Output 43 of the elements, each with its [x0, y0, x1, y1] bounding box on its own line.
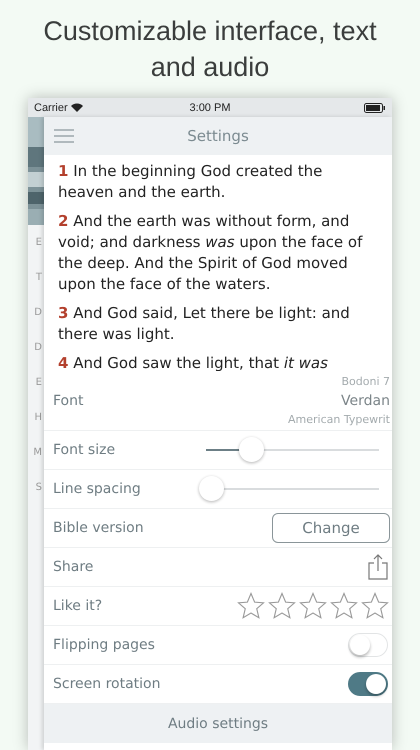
setting-label: Line spacing: [53, 481, 142, 497]
menu-item[interactable]: E: [36, 377, 44, 388]
menu-item[interactable]: H: [34, 412, 44, 423]
slider-thumb[interactable]: [238, 437, 264, 462]
slider-thumb[interactable]: [199, 476, 224, 501]
battery-icon: [364, 102, 386, 112]
star-icon[interactable]: [329, 591, 359, 621]
setting-label: Screen rotation: [53, 676, 162, 692]
picker-option[interactable]: American Typewrit: [288, 412, 390, 428]
verse-text: 4 And God saw the light, that it was: [58, 353, 329, 371]
menu-item[interactable]: E: [36, 237, 44, 248]
star-icon[interactable]: [298, 591, 328, 621]
menu-item[interactable]: D: [34, 342, 44, 353]
menu-item[interactable]: D: [34, 307, 44, 318]
setting-label: Font size: [53, 442, 116, 458]
toggle-switch[interactable]: [348, 672, 388, 696]
menu-icon[interactable]: [54, 129, 74, 143]
verse-text: 1 In the beginning God created the heaven and the earth.: [58, 161, 324, 203]
menu-item[interactable]: M: [33, 447, 44, 458]
nav-title: Settings: [186, 127, 250, 145]
carrier-label: Carrier: [34, 102, 68, 114]
verse-text: 3 And God said, Let there be light: and there was light.: [58, 303, 351, 345]
change-button[interactable]: Change: [272, 513, 390, 543]
verse-text: 2 And the earth was without form, and void; and darkness was upon the face of the deep. And the Spirit of God moved upon the face of the waters.: [58, 211, 364, 295]
setting-label: Bible version: [53, 520, 145, 536]
setting-label: Flipping pages: [53, 637, 156, 653]
star-rating[interactable]: [236, 591, 390, 621]
share-icon[interactable]: [368, 554, 388, 580]
setting-label: Font: [53, 392, 84, 408]
headline: Customizable interface, text and audio: [42, 15, 378, 84]
wifi-icon: [70, 103, 83, 112]
section-header: Audio settings: [44, 704, 392, 743]
star-icon[interactable]: [360, 591, 390, 621]
setting-label: Like it?: [53, 598, 104, 614]
font-picker[interactable]: Bodoni 7 Verdan American Typewrit: [193, 374, 392, 428]
menu-item[interactable]: T: [36, 272, 44, 283]
menu-item[interactable]: S: [36, 482, 44, 493]
picker-option[interactable]: Bodoni 7: [341, 374, 390, 390]
time-label: 3:00 PM: [190, 102, 230, 114]
picker-option[interactable]: Verdan: [341, 390, 390, 412]
setting-label: Share: [53, 559, 94, 575]
star-icon[interactable]: [267, 591, 297, 621]
star-icon[interactable]: [236, 591, 266, 621]
